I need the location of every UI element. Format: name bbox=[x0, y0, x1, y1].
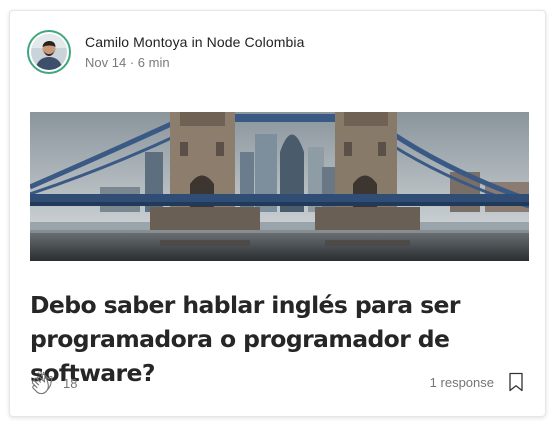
publication-name[interactable]: Node Colombia bbox=[207, 34, 305, 50]
author-avatar[interactable] bbox=[27, 30, 71, 74]
bookmark-icon[interactable] bbox=[508, 372, 524, 392]
read-time: 6 min bbox=[137, 55, 170, 70]
clap-count: 18 bbox=[63, 375, 78, 391]
responses-link[interactable]: 1 response bbox=[430, 375, 494, 390]
clap-icon[interactable] bbox=[30, 371, 54, 395]
in-word: in bbox=[191, 34, 203, 50]
post-card[interactable]: Camilo Montoya in Node Colombia Nov 14 ·… bbox=[9, 10, 546, 417]
avatar-image bbox=[31, 34, 67, 70]
author-block: Camilo Montoya in Node Colombia Nov 14 ·… bbox=[85, 35, 304, 69]
clap-section: 18 bbox=[30, 371, 77, 395]
author-name[interactable]: Camilo Montoya bbox=[85, 34, 188, 50]
hero-image-graphic bbox=[30, 112, 529, 261]
post-meta: Nov 14 · 6 min bbox=[85, 56, 304, 69]
response-section: 1 response bbox=[430, 372, 524, 392]
author-line: Camilo Montoya in Node Colombia bbox=[85, 35, 304, 49]
meta-separator: · bbox=[129, 55, 135, 70]
post-header: Camilo Montoya in Node Colombia Nov 14 ·… bbox=[27, 30, 304, 74]
hero-image[interactable] bbox=[30, 112, 529, 261]
post-date: Nov 14 bbox=[85, 55, 127, 70]
